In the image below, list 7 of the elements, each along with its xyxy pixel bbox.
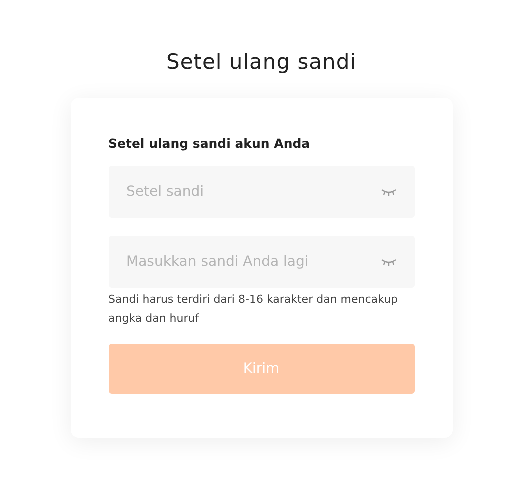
eye-closed-icon[interactable]	[380, 188, 396, 196]
password-hint: Sandi harus terdiri dari 8-16 karakter dan mencakup angka dan huruf	[108, 292, 400, 327]
password-field[interactable]: Masukkan sandi Anda lagi	[108, 236, 414, 288]
password-field[interactable]: Setel sandi	[108, 166, 414, 218]
form-heading: Setel ulang sandi akun Anda	[108, 136, 312, 151]
page-title: Setel ulang sandi	[166, 50, 357, 74]
eye-closed-icon[interactable]	[380, 258, 396, 266]
